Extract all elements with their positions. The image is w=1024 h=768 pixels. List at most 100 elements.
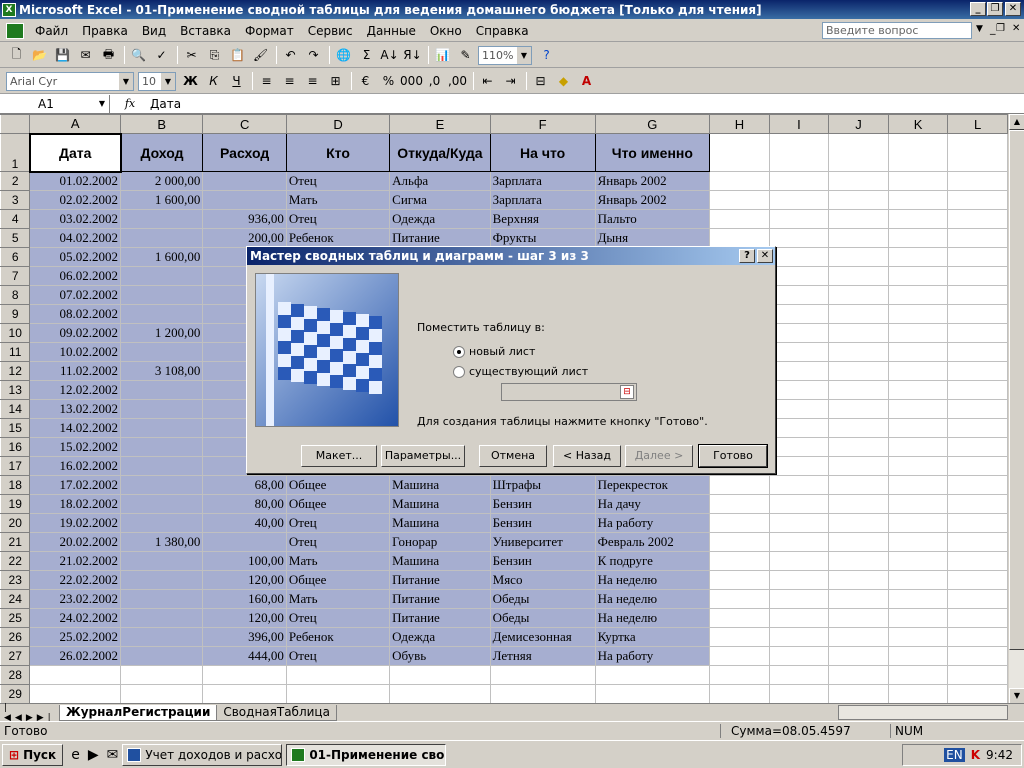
horizontal-scrollbar[interactable] <box>838 705 1008 720</box>
column-header[interactable]: L <box>947 114 1008 134</box>
cell[interactable]: 06.02.2002 <box>29 266 122 286</box>
cell[interactable] <box>709 589 770 609</box>
cell[interactable] <box>828 608 889 628</box>
cell[interactable]: 1 200,00 <box>120 323 204 343</box>
cell[interactable] <box>709 665 770 685</box>
thousands-icon[interactable]: 000 <box>400 71 423 92</box>
cell[interactable]: 22.02.2002 <box>29 570 122 590</box>
cell[interactable]: Общее <box>285 570 391 590</box>
cell[interactable] <box>828 399 889 419</box>
column-header[interactable]: D <box>285 114 391 134</box>
cell[interactable] <box>828 133 889 172</box>
cell[interactable] <box>489 665 596 685</box>
percent-icon[interactable]: % <box>378 71 399 92</box>
cell[interactable] <box>947 342 1008 362</box>
cell[interactable] <box>709 190 770 210</box>
cell[interactable] <box>887 209 949 229</box>
row-header[interactable]: 16 <box>0 437 31 457</box>
font-color-icon[interactable]: A <box>576 71 597 92</box>
cell[interactable] <box>768 513 830 533</box>
cell[interactable] <box>768 247 830 267</box>
cell[interactable] <box>947 684 1008 704</box>
cell[interactable]: На неделю <box>594 570 711 590</box>
cell[interactable] <box>709 513 770 533</box>
cell[interactable]: Питание <box>389 608 491 628</box>
font-select[interactable]: Arial Cyr ▼ <box>6 71 134 91</box>
cell[interactable] <box>120 684 204 704</box>
function-icon[interactable]: fx <box>110 97 150 110</box>
cell[interactable]: Перекресток <box>594 475 711 495</box>
cell[interactable]: На дачу <box>594 494 711 514</box>
cell[interactable]: На неделю <box>594 589 711 609</box>
cell[interactable] <box>202 171 287 191</box>
cell[interactable] <box>947 285 1008 305</box>
header-cell[interactable]: На что <box>489 133 596 172</box>
cell[interactable]: Питание <box>389 589 491 609</box>
font-size-select[interactable]: 10 ▼ <box>138 71 176 91</box>
cancel-button[interactable]: Отмена <box>479 445 547 467</box>
cell[interactable] <box>828 570 889 590</box>
cell[interactable]: Университет <box>489 532 596 552</box>
cell[interactable] <box>768 456 830 476</box>
cell[interactable] <box>120 513 204 533</box>
column-header[interactable]: G <box>594 114 711 134</box>
cell[interactable] <box>120 304 204 324</box>
cell[interactable] <box>887 323 949 343</box>
cell[interactable] <box>768 437 830 457</box>
cell[interactable] <box>947 513 1008 533</box>
cell[interactable] <box>947 133 1008 172</box>
column-header[interactable]: F <box>489 114 596 134</box>
cell[interactable]: Январь 2002 <box>594 190 711 210</box>
bold-icon[interactable]: Ж <box>180 71 201 92</box>
currency-icon[interactable]: € <box>355 71 376 92</box>
cell[interactable] <box>887 494 949 514</box>
cell[interactable] <box>120 456 204 476</box>
cell[interactable]: Одежда <box>389 627 491 647</box>
cell[interactable] <box>768 494 830 514</box>
cell[interactable]: 18.02.2002 <box>29 494 122 514</box>
cell[interactable]: 20.02.2002 <box>29 532 122 552</box>
cut-icon[interactable]: ✂ <box>181 45 202 66</box>
column-header[interactable]: I <box>768 114 830 134</box>
task-excel[interactable]: 01-Применение свод... <box>286 743 447 766</box>
cell[interactable] <box>768 228 830 248</box>
cell[interactable] <box>768 475 830 495</box>
menu-window[interactable]: Окно <box>423 24 469 38</box>
start-button[interactable]: ⊞ Пуск <box>2 743 64 766</box>
row-header[interactable]: 11 <box>0 342 31 362</box>
cell[interactable] <box>768 608 830 628</box>
cell[interactable] <box>389 684 491 704</box>
restore-button[interactable]: ❐ <box>987 2 1003 16</box>
cell[interactable] <box>887 513 949 533</box>
cell[interactable]: Верхняя <box>489 209 596 229</box>
cell[interactable] <box>947 665 1008 685</box>
cell[interactable] <box>120 665 204 685</box>
cell[interactable] <box>887 171 949 191</box>
cell[interactable] <box>768 190 830 210</box>
spelling-icon[interactable]: ✓ <box>151 45 172 66</box>
cell[interactable]: 25.02.2002 <box>29 627 122 647</box>
cell[interactable]: 15.02.2002 <box>29 437 122 457</box>
row-header[interactable]: 19 <box>0 494 31 514</box>
cell[interactable]: 08.02.2002 <box>29 304 122 324</box>
menu-insert[interactable]: Вставка <box>173 24 238 38</box>
doc-minimize-icon[interactable]: _ <box>990 22 996 35</box>
cell[interactable]: К подруге <box>594 551 711 571</box>
cell[interactable] <box>768 589 830 609</box>
cell[interactable]: 01.02.2002 <box>29 171 122 191</box>
header-cell[interactable]: Откуда/Куда <box>389 133 491 172</box>
cell[interactable] <box>887 418 949 438</box>
italic-icon[interactable]: К <box>203 71 224 92</box>
workbook-icon[interactable] <box>6 22 24 39</box>
row-header[interactable]: 23 <box>0 570 31 590</box>
cell[interactable] <box>828 247 889 267</box>
cell[interactable] <box>120 627 204 647</box>
cell[interactable]: 21.02.2002 <box>29 551 122 571</box>
cell[interactable]: Бензин <box>489 513 596 533</box>
cell[interactable] <box>768 684 830 704</box>
cell[interactable]: На работу <box>594 646 711 666</box>
row-header[interactable]: 15 <box>0 418 31 438</box>
row-header[interactable]: 10 <box>0 323 31 343</box>
cell[interactable]: Машина <box>389 513 491 533</box>
underline-icon[interactable]: Ч <box>226 71 247 92</box>
